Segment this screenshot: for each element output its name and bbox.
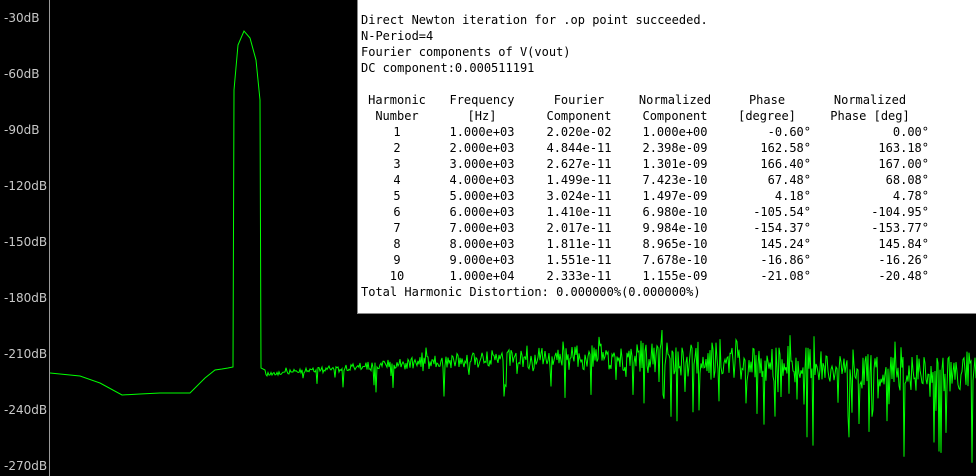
normalized-component-cell: 9.984e-10 — [642, 221, 708, 235]
fourier-component-cell: 2.017e-11 — [546, 221, 612, 235]
log-fourier-title: Fourier components of V(vout) — [361, 45, 571, 59]
phase-cell: 67.48° — [767, 173, 811, 187]
phase-cell: -16.86° — [760, 253, 811, 267]
normalized-phase-cell: 163.18° — [878, 141, 929, 155]
table-row: 1 1.000e+03 2.020e-02 1.000e+00 -0.60° 0.00° — [361, 124, 929, 140]
normalized-component-cell: 7.423e-10 — [642, 173, 708, 187]
fourier-component-cell: 1.811e-11 — [546, 237, 612, 251]
table-row: 6 6.000e+03 1.410e-11 6.980e-10 -105.54° -104… — [361, 204, 929, 220]
normalized-phase-cell: 4.78° — [892, 189, 929, 203]
normalized-phase-cell: -20.48° — [878, 269, 929, 283]
fourier-component-cell: 2.333e-11 — [546, 269, 612, 283]
frequency-cell: 9.000e+03 — [449, 253, 515, 267]
column-header: Fourier — [553, 93, 605, 107]
frequency-cell: 3.000e+03 — [449, 157, 515, 171]
fourier-component-cell: 1.551e-11 — [546, 253, 612, 267]
fourier-component-cell: 1.410e-11 — [546, 205, 612, 219]
harmonic-number-cell: 4 — [393, 173, 401, 187]
normalized-phase-cell: -16.26° — [878, 253, 929, 267]
fourier-component-cell: 3.024e-11 — [546, 189, 612, 203]
frequency-cell: 4.000e+03 — [449, 173, 515, 187]
table-row: 4 4.000e+03 1.499e-11 7.423e-10 67.48° 68.08° — [361, 172, 929, 188]
normalized-phase-cell: 0.00° — [892, 125, 929, 139]
frequency-cell: 5.000e+03 — [449, 189, 515, 203]
phase-cell: -105.54° — [753, 205, 811, 219]
normalized-phase-cell: 145.84° — [878, 237, 929, 251]
normalized-phase-cell: 68.08° — [885, 173, 929, 187]
normalized-phase-cell: -153.77° — [871, 221, 929, 235]
harmonic-number-cell: 8 — [393, 237, 401, 251]
fourier-component-cell: 4.844e-11 — [546, 141, 612, 155]
normalized-phase-cell: 167.00° — [878, 157, 929, 171]
column-header: Component — [546, 109, 612, 123]
column-header: Component — [642, 109, 708, 123]
normalized-component-cell: 2.398e-09 — [642, 141, 708, 155]
frequency-cell: 1.000e+03 — [449, 125, 515, 139]
frequency-cell: 6.000e+03 — [449, 205, 515, 219]
log-dc-component: DC component:0.000511191 — [361, 61, 535, 75]
table-row: 5 5.000e+03 3.024e-11 1.497e-09 4.18° 4.78° — [361, 188, 929, 204]
frequency-cell: 2.000e+03 — [449, 141, 515, 155]
harmonic-number-cell: 6 — [393, 205, 401, 219]
column-header: Frequency — [449, 93, 515, 107]
normalized-component-cell: 1.155e-09 — [642, 269, 708, 283]
log-thd-line: Total Harmonic Distortion: 0.000000%(0.0… — [361, 285, 701, 299]
normalized-component-cell: 1.301e-09 — [642, 157, 708, 171]
phase-cell: -0.60° — [767, 125, 811, 139]
column-header: [degree] — [738, 109, 796, 123]
header-row: Harmonic Frequency Fourier Normalized Ph… — [361, 92, 929, 108]
header-row: Number [Hz] Component Component [degree]… — [361, 108, 929, 124]
phase-cell: -21.08° — [760, 269, 811, 283]
column-header: Normalized — [638, 93, 712, 107]
table-row: 10 1.000e+04 2.333e-11 1.155e-09 -21.08° -20.… — [361, 268, 929, 284]
table-row: 3 3.000e+03 2.627e-11 1.301e-09 166.40° 167.0… — [361, 156, 929, 172]
phase-cell: 166.40° — [760, 157, 811, 171]
phase-cell: 4.18° — [774, 189, 811, 203]
table-row: 7 7.000e+03 2.017e-11 9.984e-10 -154.37° -153… — [361, 220, 929, 236]
harmonic-number-cell: 9 — [393, 253, 401, 267]
column-header: [Hz] — [467, 109, 497, 123]
phase-cell: 145.24° — [760, 237, 811, 251]
log-newton-line: Direct Newton iteration for .op point su… — [361, 13, 708, 27]
normalized-component-cell: 1.497e-09 — [642, 189, 708, 203]
harmonic-number-cell: 7 — [393, 221, 401, 235]
table-row: 2 2.000e+03 4.844e-11 2.398e-09 162.58° 163.1… — [361, 140, 929, 156]
fourier-component-cell: 2.020e-02 — [546, 125, 612, 139]
log-nperiod-line: N-Period=4 — [361, 29, 434, 43]
column-header: Normalized — [833, 93, 907, 107]
fourier-component-cell: 1.499e-11 — [546, 173, 612, 187]
harmonic-number-cell: 10 — [389, 269, 405, 283]
normalized-phase-cell: -104.95° — [871, 205, 929, 219]
phase-cell: -154.37° — [753, 221, 811, 235]
harmonic-number-cell: 3 — [393, 157, 401, 171]
normalized-component-cell: 7.678e-10 — [642, 253, 708, 267]
column-header: Harmonic — [368, 93, 426, 107]
normalized-component-cell: 8.965e-10 — [642, 237, 708, 251]
frequency-cell: 1.000e+04 — [449, 269, 515, 283]
frequency-cell: 7.000e+03 — [449, 221, 515, 235]
column-header: Phase [deg] — [830, 109, 910, 123]
column-header: Number — [375, 109, 419, 123]
harmonic-number-cell: 1 — [393, 125, 401, 139]
column-header: Phase — [748, 93, 786, 107]
phase-cell: 162.58° — [760, 141, 811, 155]
spice-log-panel: Direct Newton iteration for .op point su… — [357, 0, 976, 314]
harmonic-number-cell: 2 — [393, 141, 401, 155]
harmonic-number-cell: 5 — [393, 189, 401, 203]
normalized-component-cell: 1.000e+00 — [642, 125, 708, 139]
table-row: 8 8.000e+03 1.811e-11 8.965e-10 145.24° 145.8… — [361, 236, 929, 252]
fourier-component-cell: 2.627e-11 — [546, 157, 612, 171]
frequency-cell: 8.000e+03 — [449, 237, 515, 251]
table-row: 9 9.000e+03 1.551e-11 7.678e-10 -16.86° -16.2… — [361, 252, 929, 268]
normalized-component-cell: 6.980e-10 — [642, 205, 708, 219]
harmonics-table: Harmonic Frequency Fourier Normalized Ph… — [361, 92, 929, 284]
